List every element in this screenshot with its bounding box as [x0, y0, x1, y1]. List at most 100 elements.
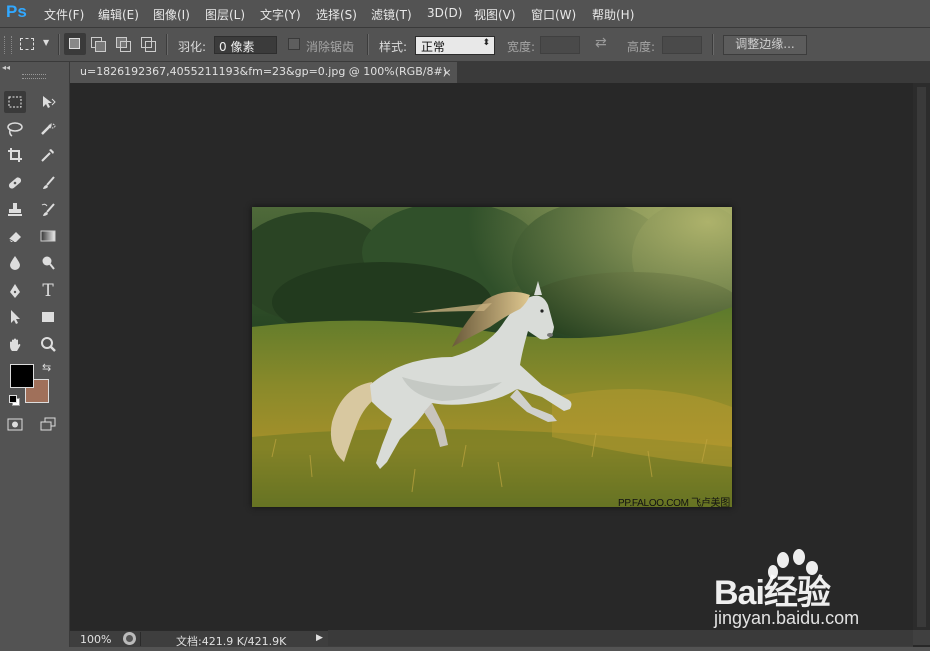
- move-icon: [43, 96, 56, 108]
- history-brush-icon: [41, 203, 55, 216]
- width-input[interactable]: [540, 36, 580, 54]
- menu-3d[interactable]: 3D(D): [427, 6, 462, 20]
- baidu-jingyan-logo: Bai经验: [714, 574, 831, 612]
- path-selection-tool[interactable]: [4, 306, 26, 328]
- style-label: 样式:: [379, 40, 408, 54]
- divider: [140, 632, 141, 646]
- horizontal-scrollbar[interactable]: [328, 630, 913, 646]
- photo-image: [252, 207, 732, 507]
- move-tool[interactable]: [37, 91, 59, 113]
- eyedropper-tool[interactable]: [37, 144, 59, 166]
- status-menu-arrow-icon[interactable]: ▶: [316, 633, 323, 643]
- window-bottom-edge: [0, 647, 930, 651]
- rectangular-marquee-tool[interactable]: [4, 91, 26, 113]
- panel-grip[interactable]: [22, 74, 46, 79]
- dodge-icon: [42, 256, 55, 270]
- close-tab-button[interactable]: ×: [440, 62, 454, 83]
- baidu-jingyan-url: jingyan.baidu.com: [714, 608, 860, 628]
- style-select[interactable]: 正常 ⬍: [415, 36, 495, 55]
- blur-tool[interactable]: [4, 252, 26, 274]
- marquee-icon: [8, 96, 22, 108]
- zoom-tool[interactable]: [37, 334, 59, 356]
- stamp-icon: [8, 203, 22, 216]
- brush-icon: [43, 176, 55, 189]
- photoshop-logo: Ps: [6, 2, 27, 21]
- quick-mask-icon: [7, 418, 23, 431]
- menu-bar: Ps 文件(F) 编辑(E) 图像(I) 图层(L) 文字(Y) 选择(S) 滤…: [0, 0, 930, 28]
- pen-icon: [10, 284, 20, 298]
- bandage-icon: [8, 177, 22, 189]
- lasso-icon: [7, 122, 23, 137]
- feather-input[interactable]: 0 像素: [214, 36, 277, 54]
- menu-image[interactable]: 图像(I): [153, 6, 190, 23]
- eraser-tool[interactable]: [4, 225, 26, 247]
- menu-filter[interactable]: 滤镜(T): [371, 6, 412, 23]
- feather-label: 羽化:: [178, 40, 207, 54]
- path-selection-icon: [11, 310, 20, 324]
- document-tab[interactable]: u=1826192367,4055211193&fm=23&gp=0.jpg @…: [70, 62, 457, 83]
- type-icon: T: [42, 281, 54, 301]
- subtract-selection-icon[interactable]: [116, 37, 131, 52]
- divider: [712, 34, 714, 55]
- rectangle-tool[interactable]: [37, 306, 59, 328]
- zoom-level[interactable]: 100%: [80, 633, 111, 646]
- default-colors-icon[interactable]: [9, 395, 20, 406]
- screen-mode-button[interactable]: [37, 413, 59, 435]
- eraser-icon: [8, 232, 21, 243]
- hand-icon: [10, 338, 21, 351]
- select-arrows-icon: ⬍: [482, 38, 490, 48]
- menu-file[interactable]: 文件(F): [44, 6, 84, 23]
- antialias-label: 消除锯齿: [306, 40, 355, 54]
- zoom-icon: [41, 337, 56, 352]
- divider: [367, 34, 369, 55]
- history-brush-tool[interactable]: [37, 199, 59, 221]
- menu-type[interactable]: 文字(Y): [260, 6, 301, 23]
- style-select-value: 正常: [421, 40, 446, 54]
- gradient-tool[interactable]: [37, 225, 59, 247]
- marquee-preset-icon[interactable]: [20, 38, 34, 50]
- refine-edge-button[interactable]: 调整边缘...: [723, 35, 807, 55]
- scrollbar-track[interactable]: [917, 87, 926, 627]
- collapse-panel-icon[interactable]: ◂◂: [2, 63, 10, 72]
- add-selection-icon[interactable]: [91, 37, 106, 52]
- clone-stamp-tool[interactable]: [4, 199, 26, 221]
- type-tool[interactable]: T: [37, 280, 59, 302]
- screen-mode-icon: [40, 417, 56, 431]
- menu-select[interactable]: 选择(S): [316, 6, 357, 23]
- crop-tool[interactable]: [4, 144, 26, 166]
- quick-mask-button[interactable]: [4, 413, 26, 435]
- height-input[interactable]: [662, 36, 702, 54]
- intersect-selection-icon[interactable]: [141, 37, 156, 52]
- horse-photo: PP.FALOO.COM 飞卢美图: [252, 207, 732, 507]
- quick-selection-tool[interactable]: [37, 118, 59, 140]
- divider: [166, 34, 168, 55]
- brush-tool[interactable]: [37, 172, 59, 194]
- scroll-corner: [913, 630, 930, 645]
- antialias-checkbox[interactable]: [288, 38, 300, 50]
- dodge-tool[interactable]: [37, 252, 59, 274]
- photo-watermark-text: PP.FALOO.COM 飞卢美图: [618, 498, 730, 507]
- swap-dimensions-icon[interactable]: ⇄: [595, 35, 607, 51]
- menu-edit[interactable]: 编辑(E): [98, 6, 139, 23]
- quick-selection-icon: [41, 123, 56, 135]
- lasso-tool[interactable]: [4, 118, 26, 140]
- swap-colors-icon[interactable]: ⇆: [42, 361, 51, 374]
- rectangle-icon: [42, 312, 54, 322]
- pen-tool[interactable]: [4, 280, 26, 302]
- gradient-icon: [40, 230, 56, 242]
- menu-help[interactable]: 帮助(H): [592, 6, 634, 23]
- preset-dropdown-icon[interactable]: ▼: [43, 38, 49, 47]
- hand-tool[interactable]: [4, 334, 26, 356]
- water-drop-icon: [10, 256, 20, 270]
- menu-window[interactable]: 窗口(W): [531, 6, 576, 23]
- divider: [58, 34, 60, 55]
- menu-layer[interactable]: 图层(L): [205, 6, 245, 23]
- foreground-color-swatch[interactable]: [10, 364, 34, 388]
- width-label: 宽度:: [507, 40, 536, 54]
- healing-brush-tool[interactable]: [4, 172, 26, 194]
- new-selection-button[interactable]: [64, 33, 86, 55]
- height-label: 高度:: [627, 40, 656, 54]
- options-grip[interactable]: [4, 36, 12, 54]
- menu-view[interactable]: 视图(V): [474, 6, 516, 23]
- status-info-icon[interactable]: [123, 632, 136, 645]
